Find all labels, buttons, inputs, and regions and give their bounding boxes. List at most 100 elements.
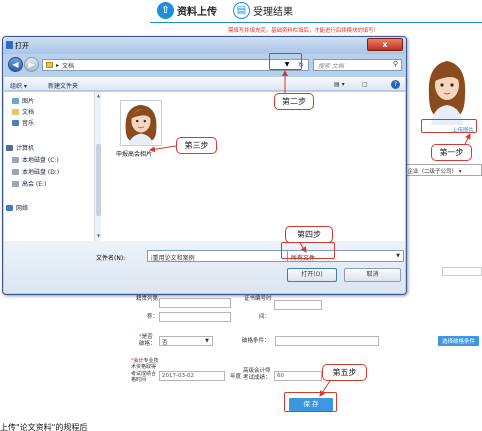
tab-result-label: 受理结果 [253,7,293,18]
tab-upload[interactable]: ⇧ 资料上传 [157,2,217,19]
dialog-bottom-panel: 文件名(N): i重用论文和案例 ▼ 所有文件 ▼ 打开(O) 取消 [4,241,405,293]
organize-menu[interactable]: 组织 ▾ [10,81,27,90]
highlight-open-button [281,242,335,259]
org-type-select[interactable]: 国企业（二级子公司） ▾ [399,164,482,176]
dialog-titlebar[interactable]: 打开 x [3,37,406,54]
bottom-caption: 上传"论文资料"的规程后 [0,423,88,431]
preview-pane-icon[interactable]: ▢ [362,81,368,88]
callout-step5: 第五步 [322,364,367,381]
input-exception-cond[interactable] [275,336,379,346]
chevron-down-icon: ▼ [396,253,400,259]
sidebar-item-label: 网络 [16,205,29,212]
sidebar-item-label: 音乐 [22,120,35,127]
back-button[interactable]: ◀ [8,57,23,72]
sidebar-item-drive-d[interactable]: 本地磁盘 (D:) [12,167,59,176]
file-thumbnail[interactable] [120,100,162,146]
search-input[interactable]: 搜索 文档 ⚲ [313,59,402,71]
notice-text: 需填写并填充完，基础资料栏填后，才能进行后续模块的填写！ [228,28,379,34]
cancel-button[interactable]: 取消 [344,268,401,282]
highlight-save-button [284,392,337,412]
callout-step1: 第一步 [431,144,472,161]
folder-icon [46,62,53,68]
scroll-up-icon[interactable]: ▲ [95,93,102,98]
upload-icon: ⇧ [157,2,174,19]
choose-condition-button[interactable]: 选择破格条件 [438,336,480,346]
drive-e-icon [12,180,19,187]
exception-select-value: 否 [162,340,168,346]
pictures-icon [12,97,19,104]
drive-c-icon [12,156,19,163]
sidebar-item-label: 本地磁盘 (C:) [22,157,59,164]
tab-upload-label: 资料上传 [177,7,217,18]
sidebar-item-label: 高会 (E:) [22,181,47,188]
exception-select[interactable]: 否 ▼ [159,336,213,346]
tab-divider [150,22,482,23]
sidebar-item-label: 图片 [22,98,35,105]
label-exception: *是否破格： [139,334,156,347]
callout-step4: 第四步 [285,226,333,243]
result-icon: ▤ [233,2,250,19]
dialog-title: 打开 [15,42,29,50]
label-row2-left: 称： [147,314,159,320]
label-row1-right: 证书编号时 [244,296,272,302]
sidebar-item-drive-e[interactable]: 高会 (E:) [12,179,46,188]
file-name-label: 申报高会相片 [116,151,153,158]
callout-step2: 第二步 [274,93,314,110]
sidebar-scrollbar[interactable]: ▲ ▼ [94,92,101,241]
profile-photo [428,61,466,125]
dialog-icon [6,41,13,49]
input-row2-left[interactable] [159,312,231,322]
input-row1-right[interactable] [274,300,322,310]
network-icon [6,204,13,211]
dialog-body: 图片 文档 音乐 计算机 本地磁盘 (C:) 本地磁盘 (D:) 高会 (E:)… [4,92,405,241]
sidebar-item-computer[interactable]: 计算机 [6,143,34,152]
tab-result[interactable]: ▤ 受理结果 [233,2,293,19]
input-row1-left[interactable] [159,298,231,308]
drive-d-icon [12,168,19,175]
sidebar-item-network[interactable]: 网络 [6,203,28,212]
top-tabs: ⇧ 资料上传 ▤ 受理结果 [157,2,293,19]
sidebar-item-documents[interactable]: 文档 [12,107,34,116]
callout-step3: 第三步 [176,137,217,154]
help-icon[interactable]: ? [391,80,400,89]
sidebar-item-pictures[interactable]: 图片 [12,96,34,105]
open-button[interactable]: 打开(O) [287,268,337,282]
sidebar-item-label: 本地磁盘 (D:) [22,169,60,176]
score-input[interactable]: 60 [274,371,322,381]
sidebar-item-label: 文档 [22,109,35,116]
arrow-step1 [464,133,471,145]
label-row1-left: 籍贯列第 [136,296,159,302]
nav-bar: ◀ ▶ ▸ 文档 ▼ ↻ 搜索 文档 ⚲ [6,57,403,73]
highlight-address-dropdown [269,53,302,70]
filename-input[interactable]: i重用论文和案例 ▼ [147,250,299,262]
label-year: 年度 [230,374,242,380]
file-list: 申报高会相片 [102,92,405,241]
view-options-icon[interactable]: ▤ ▾ [334,81,345,88]
computer-icon [6,144,13,151]
address-separator: ▸ [56,61,60,69]
documents-icon [12,108,19,115]
address-segment[interactable]: 文档 [62,61,74,70]
new-folder-button[interactable]: 新建文件夹 [48,81,78,90]
scrollbar-thumb[interactable] [96,144,101,216]
forward-button[interactable]: ▶ [24,57,39,72]
filename-value: i重用论文和案例 [151,255,195,262]
music-icon [12,119,19,126]
date-input[interactable]: 2017-03-02 [159,371,225,381]
sidebar-item-drive-c[interactable]: 本地磁盘 (C:) [12,155,59,164]
label-exception-cond: 破格条件： [242,338,270,344]
close-button[interactable]: x [367,38,403,51]
sidebar-item-music[interactable]: 音乐 [12,118,34,127]
label-row2-right: 间： [259,314,271,320]
filename-label: 文件名(N): [96,255,126,262]
chevron-down-icon: ▼ [205,338,209,344]
nav-pane: 图片 文档 音乐 计算机 本地磁盘 (C:) 本地磁盘 (D:) 高会 (E:)… [4,92,101,241]
search-placeholder: 搜索 文档 [318,63,344,70]
org-type-value: 国企业（二级子公司） [402,169,458,175]
search-icon: ⚲ [392,60,398,68]
highlight-upload-photo [421,119,477,133]
open-file-dialog: 打开 x ◀ ▶ ▸ 文档 ▼ ↻ 搜索 文档 ⚲ 组织 ▾ 新建文件夹 ▤ ▾… [2,36,407,295]
scroll-down-icon[interactable]: ▼ [95,233,102,238]
label-exam-score: 高级会计师考试成绩： [243,368,271,381]
form-input-partial[interactable] [442,267,482,276]
